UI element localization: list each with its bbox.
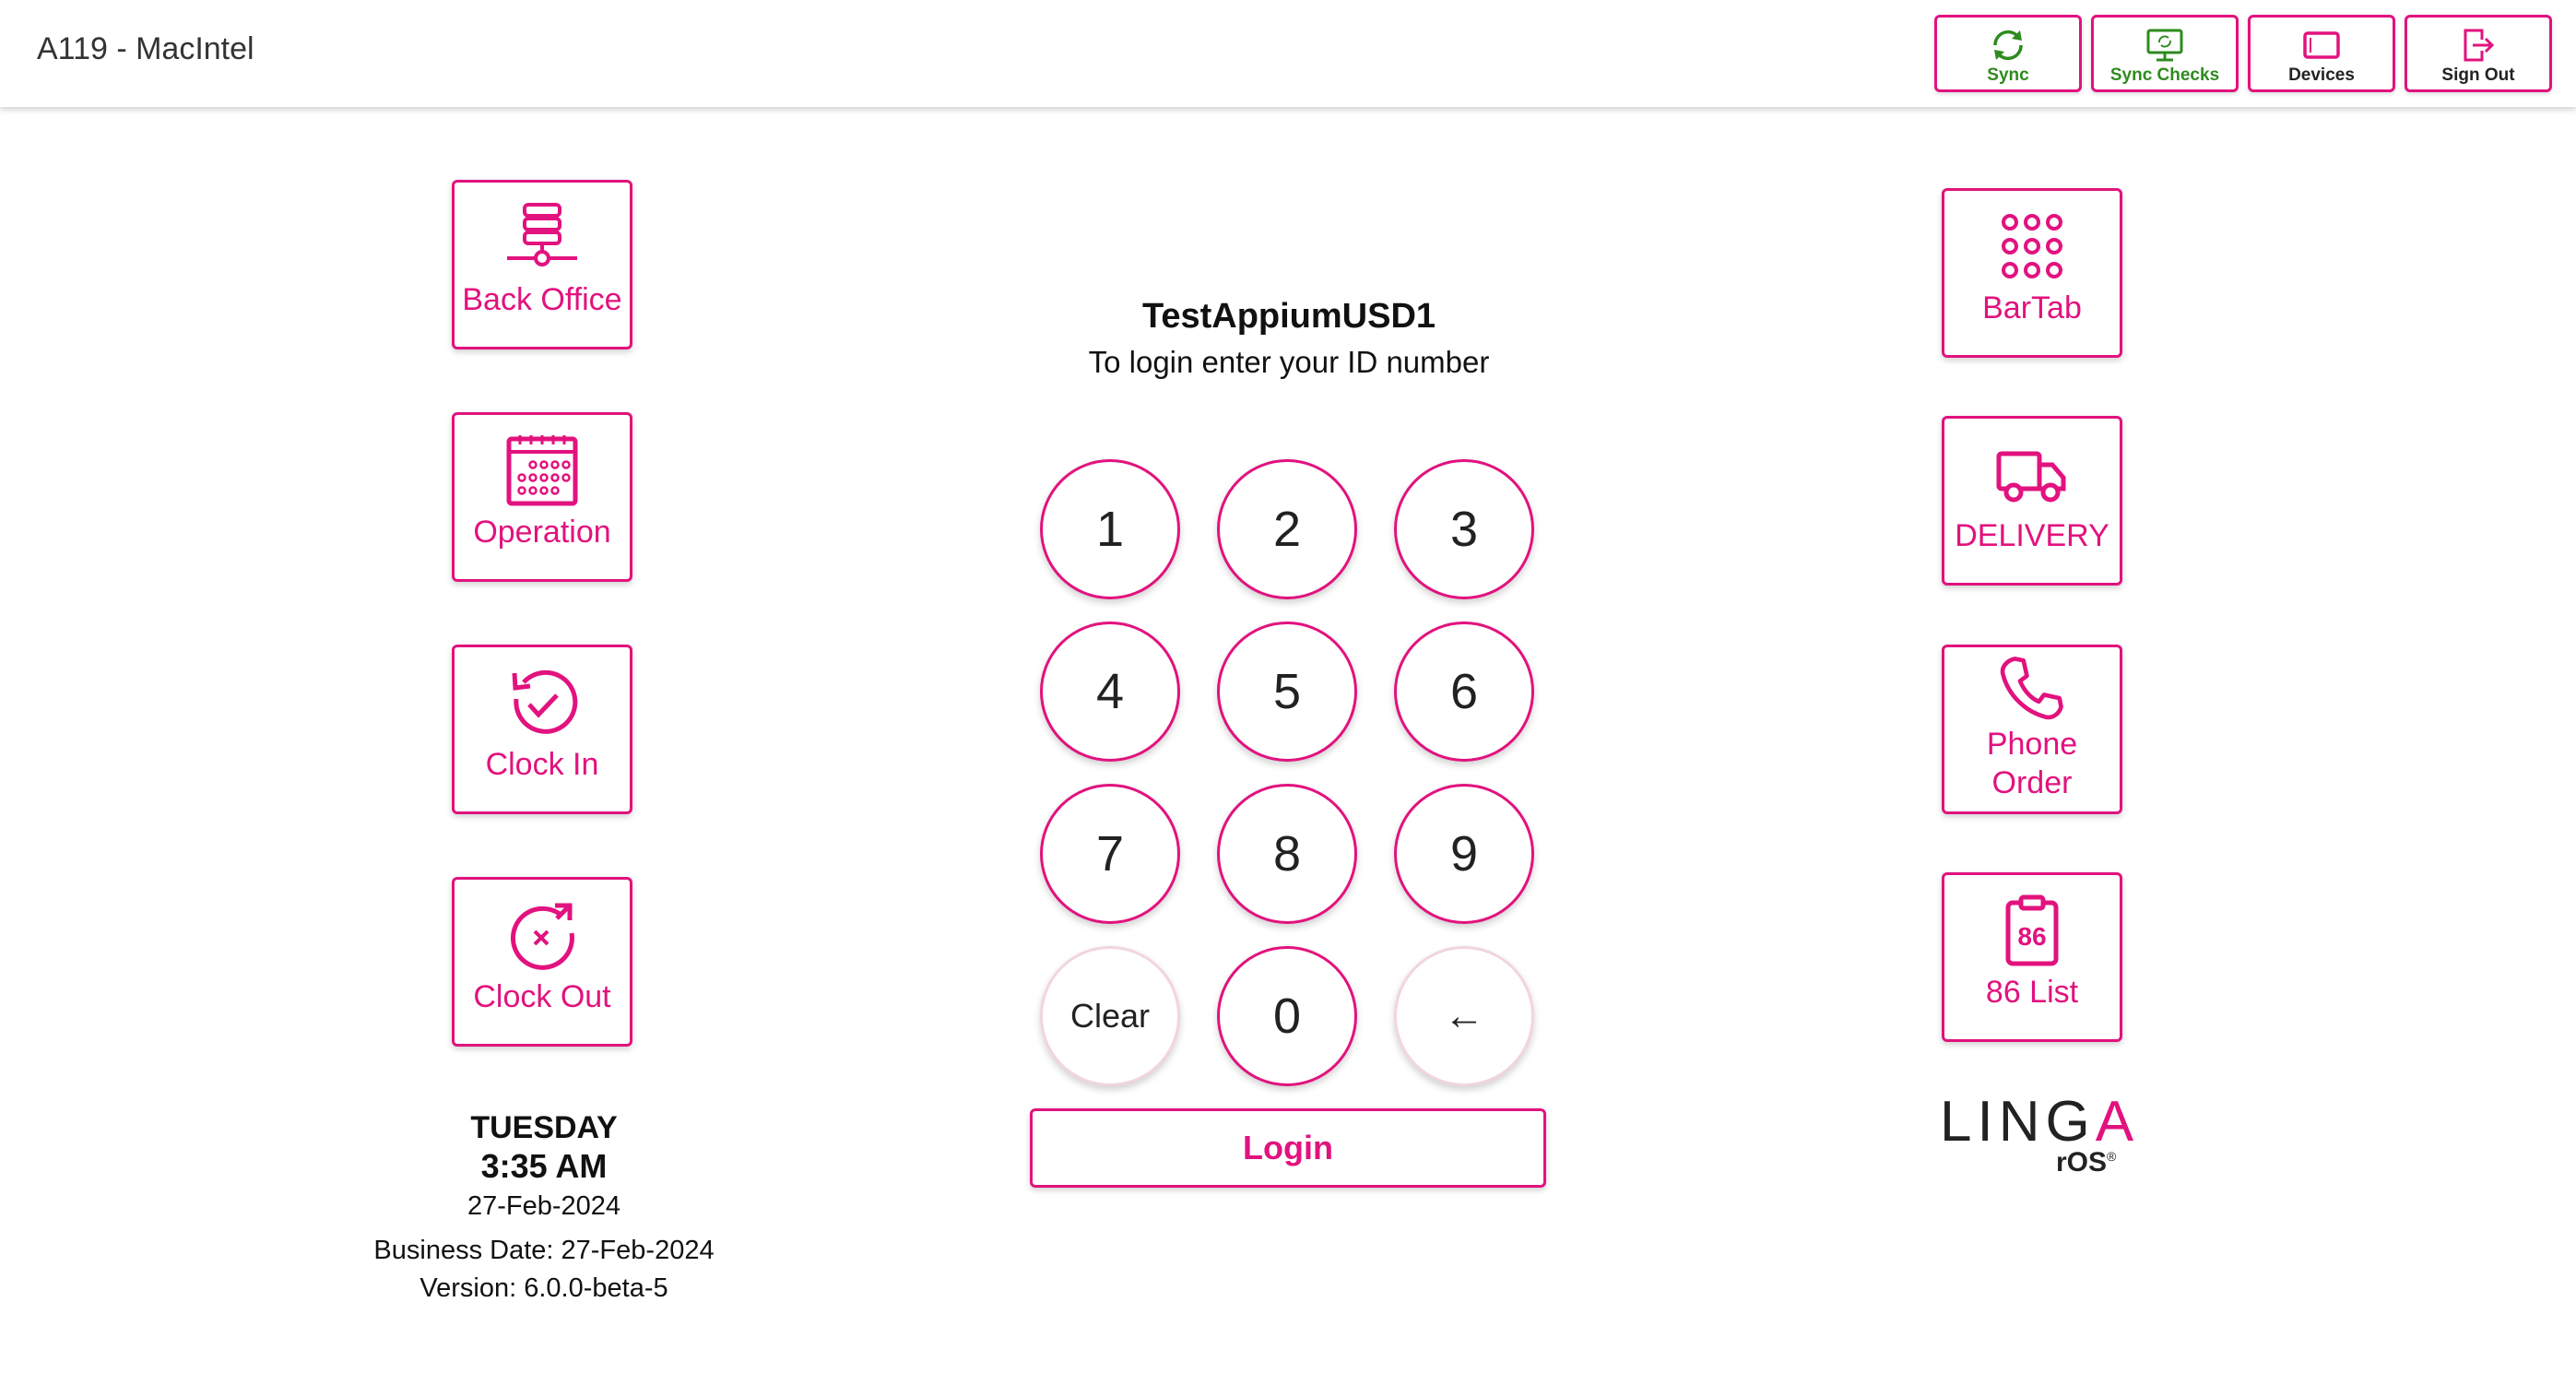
business-date-label: Business Date: 27-Feb-2024 <box>373 1236 715 1265</box>
date-label: 27-Feb-2024 <box>467 1191 621 1221</box>
login-button[interactable]: Login <box>1030 1108 1546 1188</box>
devices-button[interactable]: Devices <box>2248 15 2395 92</box>
clear-key[interactable]: Clear <box>1040 946 1180 1086</box>
logo-registered: ® <box>2107 1149 2117 1164</box>
backspace-key[interactable]: ← <box>1394 946 1534 1086</box>
clock-out-x-icon <box>510 903 574 970</box>
key-2[interactable]: 2 <box>1217 459 1357 599</box>
store-name: TestAppiumUSD1 <box>1141 297 1436 336</box>
phone-order-label: Phone <box>1986 727 2078 762</box>
logo-ros-text: rOS <box>2056 1147 2108 1178</box>
key-5[interactable]: 5 <box>1217 621 1357 762</box>
delivery-button[interactable]: DELIVERY <box>1942 416 2122 586</box>
devices-label: Devices <box>2288 65 2355 85</box>
86-badge-text: 86 <box>2017 922 2046 951</box>
86-list-button[interactable]: 86 86 List <box>1942 872 2122 1042</box>
phone-order-label-line2: Order <box>1991 765 2073 800</box>
tablet-icon <box>2303 31 2340 59</box>
logo-ros: rOS® <box>2056 1147 2116 1178</box>
back-office-label: Back Office <box>462 282 622 317</box>
key-1[interactable]: 1 <box>1040 459 1180 599</box>
logo-text-a: LING <box>1940 1090 2096 1154</box>
phone-icon <box>2000 657 2063 720</box>
back-office-button[interactable]: Back Office <box>452 180 632 349</box>
server-network-icon <box>507 203 577 266</box>
key-6[interactable]: 6 <box>1394 621 1534 762</box>
86-list-label: 86 List <box>1985 975 2079 1010</box>
sync-button[interactable]: Sync <box>1934 15 2082 92</box>
bartab-label: BarTab <box>1982 290 2082 326</box>
sync-icon <box>1993 30 2023 61</box>
delivery-label: DELIVERY <box>1955 518 2109 553</box>
clock-out-label: Clock Out <box>473 979 611 1014</box>
clock-in-check-icon <box>512 669 578 734</box>
top-bar: A119 - MacIntel Sync Sync Checks Devices <box>0 0 2576 107</box>
logo-text-b: A <box>2095 1090 2140 1154</box>
time-label: 3:35 AM <box>480 1147 608 1185</box>
device-title: A119 - MacIntel <box>37 31 254 66</box>
key-0[interactable]: 0 <box>1217 946 1357 1086</box>
clipboard-86-icon: 86 <box>2005 894 2059 966</box>
sign-out-button[interactable]: Sign Out <box>2405 15 2552 92</box>
sync-label: Sync <box>1987 65 2029 85</box>
key-9[interactable]: 9 <box>1394 784 1534 924</box>
clock-in-label: Clock In <box>485 747 599 782</box>
operation-button[interactable]: Operation <box>452 412 632 582</box>
login-instruction: To login enter your ID number <box>1088 345 1490 379</box>
sync-checks-label: Sync Checks <box>2109 65 2220 85</box>
key-4[interactable]: 4 <box>1040 621 1180 762</box>
phone-order-button[interactable]: Phone Order <box>1942 645 2122 814</box>
key-3[interactable]: 3 <box>1394 459 1534 599</box>
key-8[interactable]: 8 <box>1217 784 1357 924</box>
sign-out-label: Sign Out <box>2441 65 2515 85</box>
clock-in-button[interactable]: Clock In <box>452 645 632 814</box>
delivery-truck-icon <box>1996 451 2066 503</box>
key-7[interactable]: 7 <box>1040 784 1180 924</box>
day-label: TUESDAY <box>470 1110 618 1145</box>
sign-out-icon <box>2464 29 2495 62</box>
sync-checks-button[interactable]: Sync Checks <box>2091 15 2239 92</box>
dots-grid-icon <box>2002 214 2062 278</box>
monitor-sync-icon <box>2146 29 2183 62</box>
version-label: Version: 6.0.0-beta-5 <box>419 1273 668 1303</box>
clock-out-button[interactable]: Clock Out <box>452 877 632 1047</box>
bartab-button[interactable]: BarTab <box>1942 188 2122 358</box>
linga-logo: LINGA <box>1940 1090 2139 1154</box>
calendar-icon <box>506 435 578 506</box>
operation-label: Operation <box>473 515 611 550</box>
